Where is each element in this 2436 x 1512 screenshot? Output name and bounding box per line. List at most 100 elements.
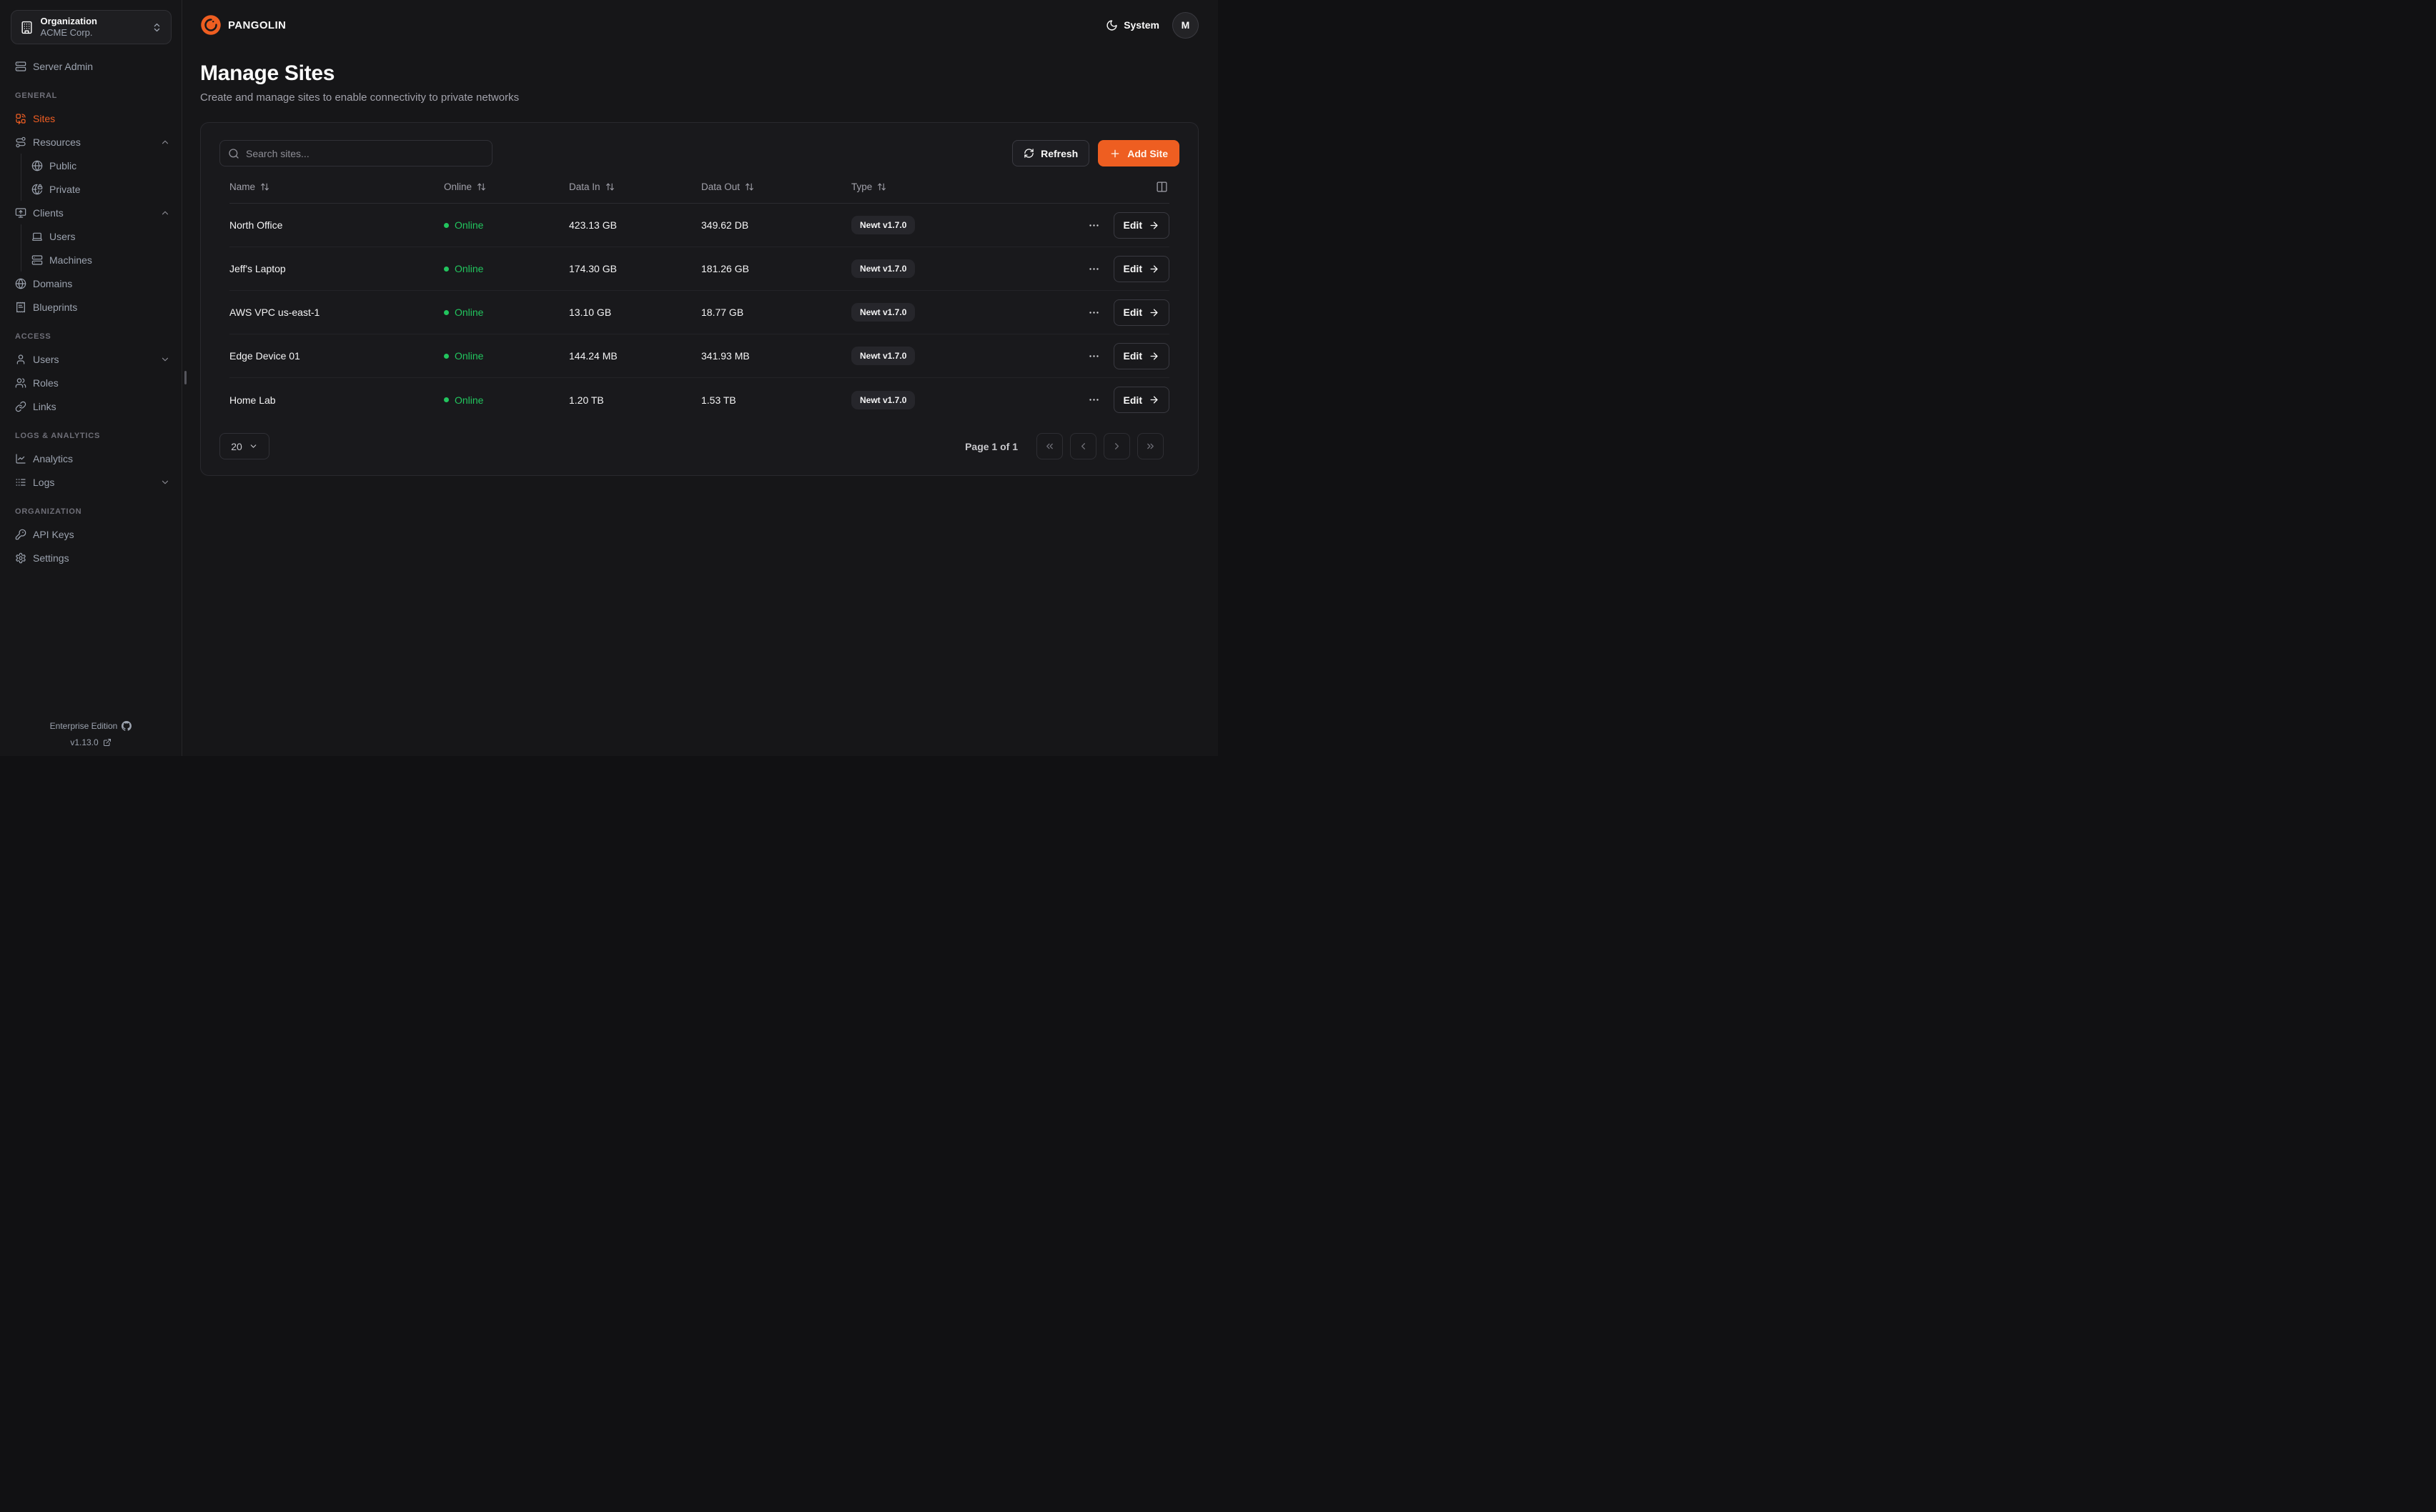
column-header-data-in[interactable]: Data In: [569, 181, 701, 192]
chart-line-icon: [15, 453, 26, 464]
sidebar-nav: Server Admin GENERAL Sites Resources Pub…: [0, 54, 182, 570]
sidebar-item-blueprints[interactable]: Blueprints: [0, 295, 182, 319]
sidebar-item-sites[interactable]: Sites: [0, 106, 182, 130]
sidebar-item-resources[interactable]: Resources: [0, 130, 182, 154]
row-menu-button[interactable]: [1085, 391, 1103, 409]
sidebar-item-server-admin[interactable]: Server Admin: [0, 54, 182, 78]
arrow-right-icon: [1149, 307, 1159, 318]
sidebar-item-links[interactable]: Links: [0, 394, 182, 418]
arrow-right-icon: [1149, 351, 1159, 362]
sort-icon: [260, 182, 269, 192]
sidebar-item-roles[interactable]: Roles: [0, 371, 182, 394]
chevron-down-icon: [160, 354, 170, 364]
sidebar-item-clients[interactable]: Clients: [0, 201, 182, 224]
sidebar-item-public[interactable]: Public: [30, 154, 182, 177]
chevrons-right-icon: [1145, 441, 1156, 452]
column-header-data-out[interactable]: Data Out: [701, 181, 851, 192]
page-info: Page 1 of 1: [965, 441, 1018, 452]
server-icon: [31, 254, 43, 266]
sort-icon: [745, 182, 754, 192]
chevron-left-icon: [1078, 441, 1089, 452]
arrow-right-icon: [1149, 394, 1159, 405]
row-actions: Edit: [1062, 387, 1169, 413]
type-badge: Newt v1.7.0: [851, 347, 915, 365]
theme-toggle-button[interactable]: System: [1106, 19, 1159, 31]
type-badge: Newt v1.7.0: [851, 303, 915, 322]
status-badge: Online: [444, 307, 569, 318]
prev-page-button[interactable]: [1070, 433, 1096, 459]
status-badge: Online: [444, 394, 569, 406]
first-page-button[interactable]: [1036, 433, 1063, 459]
online-dot-icon: [444, 267, 449, 272]
row-actions: Edit: [1062, 343, 1169, 369]
table-header-row: Name Online Data In Data Out: [229, 171, 1169, 204]
toggle-columns-button[interactable]: [1154, 179, 1169, 194]
sidebar-item-machines[interactable]: Machines: [30, 248, 182, 272]
sort-icon: [877, 182, 886, 192]
status-badge: Online: [444, 350, 569, 362]
data-in-value: 174.30 GB: [569, 263, 701, 274]
row-menu-button[interactable]: [1085, 347, 1103, 365]
sidebar-scrollbar-thumb[interactable]: [184, 371, 187, 384]
edit-button[interactable]: Edit: [1114, 256, 1169, 282]
search-input[interactable]: [246, 148, 484, 159]
search-box: [219, 140, 492, 166]
sites-table: Name Online Data In Data Out: [219, 171, 1179, 422]
chevrons-left-icon: [1044, 441, 1055, 452]
sidebar-item-settings[interactable]: Settings: [0, 546, 182, 570]
last-page-button[interactable]: [1137, 433, 1164, 459]
user-avatar[interactable]: M: [1172, 12, 1199, 39]
column-header-type[interactable]: Type: [851, 181, 1062, 192]
status-badge: Online: [444, 219, 569, 231]
users-icon: [15, 377, 26, 389]
laptop-icon: [31, 231, 43, 242]
sidebar-item-logs[interactable]: Logs: [0, 470, 182, 494]
sidebar-item-analytics[interactable]: Analytics: [0, 447, 182, 470]
sidebar-item-domains[interactable]: Domains: [0, 272, 182, 295]
edit-button[interactable]: Edit: [1114, 343, 1169, 369]
sidebar-item-private[interactable]: Private: [30, 177, 182, 201]
data-out-value: 1.53 TB: [701, 394, 851, 406]
edit-button[interactable]: Edit: [1114, 299, 1169, 326]
globe-icon: [15, 278, 26, 289]
org-selector[interactable]: Organization ACME Corp.: [11, 10, 172, 44]
row-menu-button[interactable]: [1085, 260, 1103, 278]
edition-link[interactable]: Enterprise Edition: [50, 721, 132, 731]
receipt-icon: [15, 302, 26, 313]
add-site-button[interactable]: Add Site: [1098, 140, 1179, 166]
chevron-up-icon: [160, 137, 170, 147]
data-out-value: 181.26 GB: [701, 263, 851, 274]
sidebar-item-client-users[interactable]: Users: [30, 224, 182, 248]
table-row: Home Lab Online 1.20 TB 1.53 TB Newt v1.…: [229, 378, 1169, 422]
data-in-value: 1.20 TB: [569, 394, 701, 406]
ellipsis-icon: [1088, 263, 1100, 275]
sidebar-item-users[interactable]: Users: [0, 347, 182, 371]
data-in-value: 13.10 GB: [569, 307, 701, 318]
type-badge: Newt v1.7.0: [851, 259, 915, 278]
org-selector-label: Organization: [41, 16, 97, 27]
column-header-online[interactable]: Online: [444, 181, 569, 192]
plus-icon: [1109, 148, 1121, 159]
column-header-name[interactable]: Name: [229, 181, 444, 192]
page-size-select[interactable]: 20: [219, 433, 269, 459]
sites-icon: [15, 113, 26, 124]
type-cell: Newt v1.7.0: [851, 391, 1062, 409]
next-page-button[interactable]: [1104, 433, 1130, 459]
type-cell: Newt v1.7.0: [851, 303, 1062, 322]
site-name: Jeff's Laptop: [229, 263, 444, 274]
row-actions: Edit: [1062, 299, 1169, 326]
site-name: AWS VPC us-east-1: [229, 307, 444, 318]
row-menu-button[interactable]: [1085, 304, 1103, 322]
table-row: Jeff's Laptop Online 174.30 GB 181.26 GB…: [229, 247, 1169, 291]
edit-button[interactable]: Edit: [1114, 387, 1169, 413]
version-link[interactable]: v1.13.0: [70, 737, 111, 747]
sidebar-section-general: GENERAL: [0, 78, 182, 106]
sidebar-item-api-keys[interactable]: API Keys: [0, 522, 182, 546]
refresh-button[interactable]: Refresh: [1012, 140, 1089, 166]
type-cell: Newt v1.7.0: [851, 259, 1062, 278]
edit-button[interactable]: Edit: [1114, 212, 1169, 239]
row-menu-button[interactable]: [1085, 217, 1103, 234]
server-icon: [15, 61, 26, 72]
page-title: Manage Sites: [200, 61, 1199, 86]
user-icon: [15, 354, 26, 365]
